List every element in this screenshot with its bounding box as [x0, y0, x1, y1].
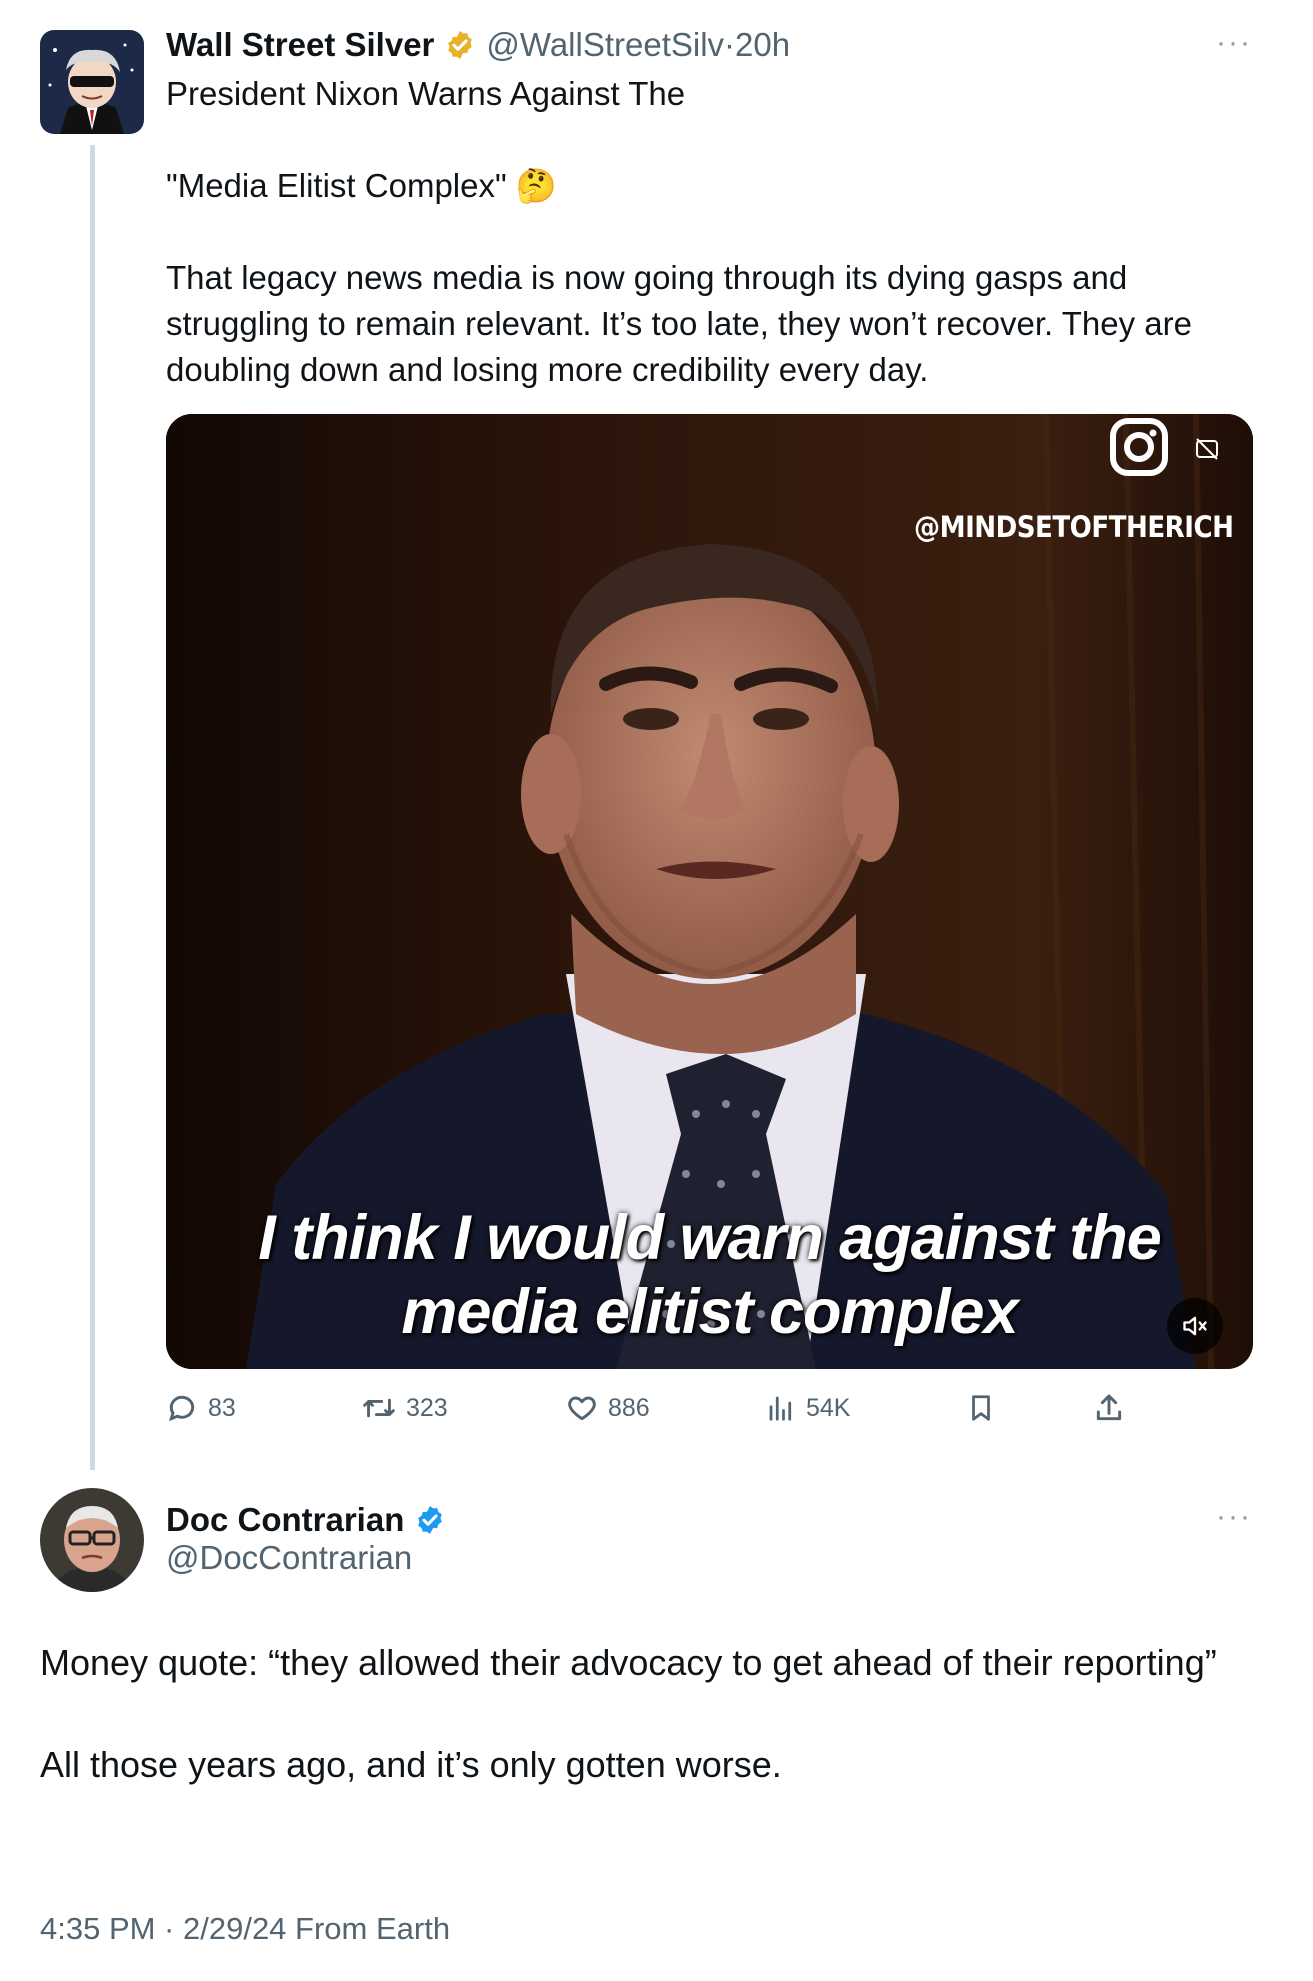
views-button[interactable]: 54K	[766, 1392, 850, 1424]
instagram-icon	[1108, 416, 1170, 478]
thread-line	[90, 145, 95, 1470]
mute-icon	[1183, 1316, 1207, 1336]
avatar-image	[40, 30, 144, 134]
views-count: 54K	[806, 1393, 851, 1422]
avatar-doc-contrarian[interactable]	[40, 1488, 144, 1592]
more-options-button[interactable]: ···	[1216, 1500, 1252, 1534]
share-button[interactable]	[1093, 1392, 1125, 1424]
tweet1-header: Wall Street Silver @WallStreetSilv · 20h	[166, 22, 790, 68]
bookmark-icon	[972, 1395, 990, 1421]
video-caption-line-1: I think I would warn against the	[258, 1203, 1162, 1273]
views-chart-icon	[769, 1396, 792, 1421]
retweet-icon	[363, 1398, 395, 1418]
share-icon	[1096, 1394, 1122, 1421]
avatar-image	[40, 1488, 144, 1592]
handle[interactable]: @DocContrarian	[166, 1539, 412, 1577]
tweet2-header: Doc Contrarian	[166, 1497, 446, 1543]
display-name[interactable]: Doc Contrarian	[166, 1501, 404, 1539]
video-media[interactable]: @MINDSETOFTHERICH I think I would warn a…	[166, 414, 1253, 1369]
bookmark-button[interactable]	[966, 1392, 996, 1424]
captions-icon[interactable]	[1194, 436, 1220, 462]
reply-button[interactable]: 83	[166, 1392, 236, 1424]
like-button[interactable]: 886	[566, 1392, 650, 1424]
retweet-count: 323	[406, 1393, 448, 1422]
mute-button[interactable]	[1167, 1298, 1223, 1354]
tweet-timestamp[interactable]: 4:35 PM · 2/29/24 From Earth	[40, 1911, 450, 1947]
reply-icon	[169, 1395, 195, 1422]
separator: ·	[724, 26, 736, 63]
video-watermark: @MINDSETOFTHERICH	[914, 510, 1234, 544]
retweet-button[interactable]: 323	[362, 1392, 448, 1424]
tweet-text: President Nixon Warns Against The "Media…	[166, 75, 1192, 388]
avatar-wall-street-silver[interactable]	[40, 30, 144, 134]
heart-icon	[568, 1396, 596, 1421]
tweet-text: Money quote: “they allowed their advocac…	[40, 1642, 1217, 1785]
timestamp[interactable]: 20h	[735, 26, 790, 64]
display-name[interactable]: Wall Street Silver	[166, 26, 434, 64]
more-options-button[interactable]: ···	[1216, 26, 1252, 60]
verified-badge-icon	[418, 1506, 443, 1534]
reply-count: 83	[208, 1393, 236, 1422]
like-count: 886	[608, 1393, 650, 1422]
verified-gold-badge-icon	[448, 31, 473, 59]
handle[interactable]: @WallStreetSilv	[486, 26, 724, 64]
video-caption-line-2: media elitist complex	[401, 1277, 1018, 1347]
